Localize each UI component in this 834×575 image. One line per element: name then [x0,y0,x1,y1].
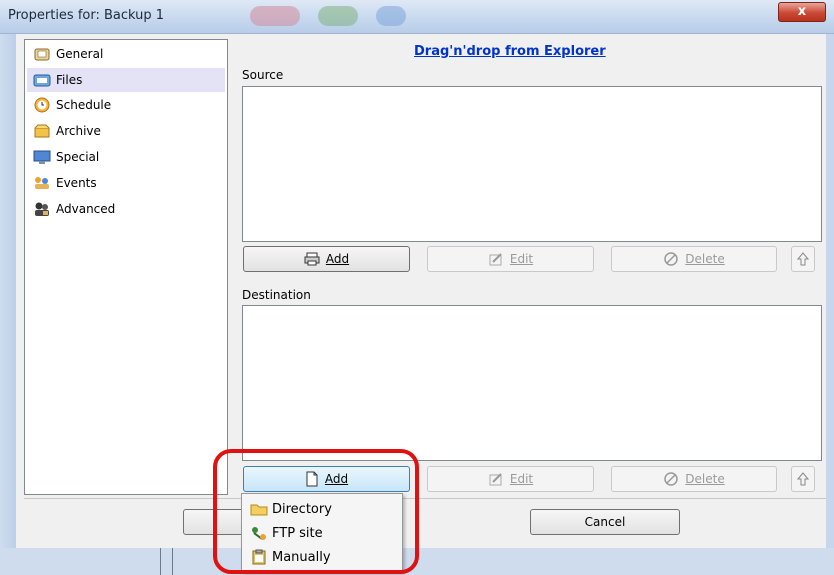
destination-edit-label: Edit [509,472,534,486]
background-decoration [376,6,406,26]
background-line [160,548,161,575]
no-entry-icon [664,472,679,486]
close-icon: x [797,4,807,19]
destination-edit-button[interactable]: Edit [427,466,594,492]
edit-icon [489,253,502,266]
source-add-label: Add [325,252,350,266]
cancel-button[interactable]: Cancel [530,509,680,535]
no-entry-icon [664,252,679,266]
edit-icon [489,473,502,486]
nav-item-schedule[interactable]: Schedule [27,93,225,117]
category-list: General Files Schedule Archive Special E… [24,39,228,495]
advanced-icon [35,202,49,216]
nav-item-archive[interactable]: Archive [27,119,225,143]
highlight-annotation [213,449,419,574]
cancel-label: Cancel [584,515,626,529]
schedule-icon [34,97,50,113]
source-edit-button[interactable]: Edit [427,246,594,272]
nav-item-events[interactable]: Events [27,171,225,195]
nav-item-label: Special [56,150,100,164]
window-title: Properties for: Backup 1 [8,8,165,23]
close-button[interactable]: x [778,2,826,22]
special-icon [33,150,51,164]
source-move-up-button[interactable] [791,246,815,272]
general-icon [34,48,50,61]
destination-delete-button[interactable]: Delete [611,466,777,492]
nav-item-label: Files [56,73,83,87]
up-arrow-icon [797,472,809,486]
background-decoration [318,6,358,26]
window-frame-left [0,34,16,575]
source-add-button[interactable]: Add [243,246,410,272]
nav-item-label: Advanced [56,202,116,216]
source-edit-label: Edit [509,252,534,266]
nav-item-label: Events [56,176,97,190]
nav-item-files[interactable]: Files [27,68,225,92]
nav-item-advanced[interactable]: Advanced [27,197,225,221]
destination-list[interactable] [242,305,822,461]
nav-item-general[interactable]: General [27,42,225,66]
source-delete-label: Delete [685,252,725,266]
destination-delete-label: Delete [685,472,725,486]
background-decoration [250,6,300,26]
source-label: Source [242,68,284,82]
archive-icon [34,124,50,138]
window-frame-right [826,34,834,575]
nav-item-label: Archive [56,124,101,138]
destination-label: Destination [242,288,311,302]
background-line [172,548,173,575]
source-list[interactable] [242,86,822,242]
nav-item-special[interactable]: Special [27,145,225,169]
printer-icon [304,252,320,266]
files-icon [33,74,51,87]
source-delete-button[interactable]: Delete [611,246,777,272]
up-arrow-icon [797,252,809,266]
events-icon [35,177,49,189]
destination-move-up-button[interactable] [791,466,815,492]
nav-item-label: General [56,47,104,61]
dragdrop-link[interactable]: Drag'n'drop from Explorer [414,44,606,59]
nav-item-label: Schedule [56,98,112,112]
dialog-separator [24,498,826,499]
